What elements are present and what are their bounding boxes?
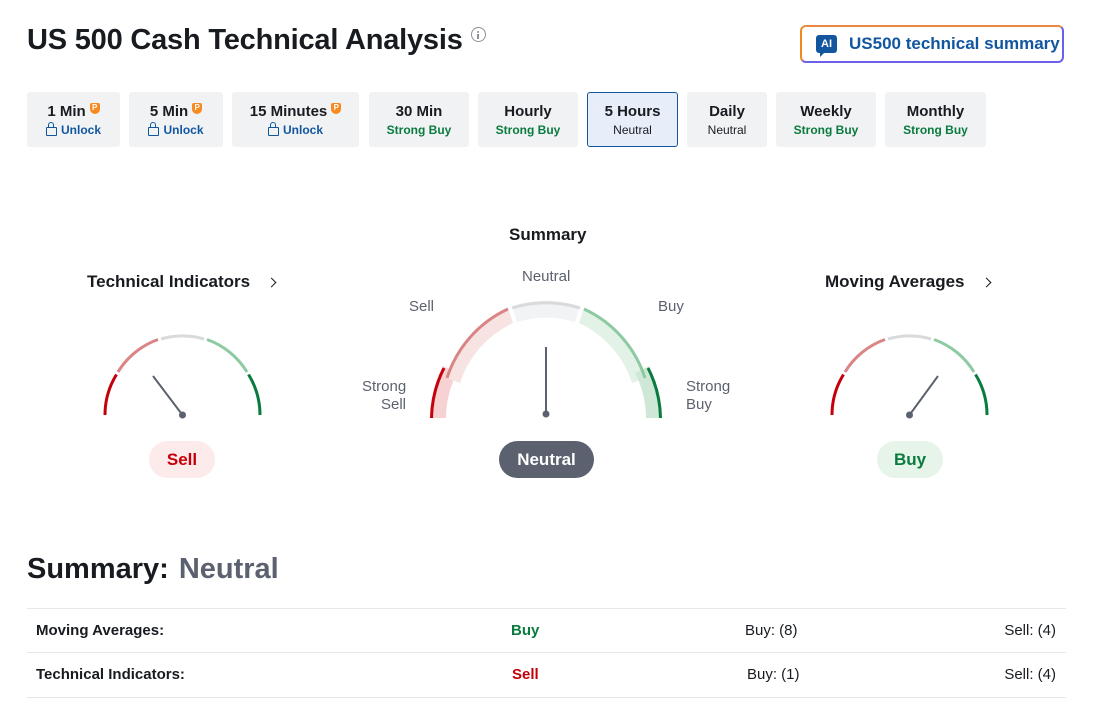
tab-label: 30 Min (395, 102, 443, 120)
gauge-label-strong-sell-line2: Sell (380, 396, 406, 413)
tab-status: Strong Buy (495, 122, 561, 137)
gauge-label-strong-sell-line1: Strong (362, 378, 407, 395)
tab-status: Neutral (613, 122, 652, 137)
technical-indicators-result: Sell (149, 441, 215, 478)
pro-icon: P (331, 102, 342, 114)
tab-5-hours[interactable]: 5 Hours Neutral (587, 92, 678, 147)
ai-technical-summary-button[interactable]: AI US500 technical summary (800, 25, 1064, 63)
technical-indicators-title: Technical Indicators (87, 272, 251, 291)
row-signal: Sell (512, 666, 539, 683)
summary-gauge (430, 300, 662, 419)
tab-status: Unlock (163, 122, 204, 137)
tab-label: 5 Min (149, 102, 189, 120)
lock-icon (148, 121, 160, 136)
tab-weekly[interactable]: Weekly Strong Buy (776, 92, 876, 147)
tab-monthly[interactable]: Monthly Strong Buy (885, 92, 986, 147)
tab-status: Unlock (60, 122, 101, 137)
tab-status: Unlock (282, 122, 323, 137)
tab-hourly[interactable]: Hourly Strong Buy (478, 92, 578, 147)
tab-label: 1 Min (47, 102, 86, 120)
gauge-label-neutral: Neutral (522, 268, 571, 285)
pro-icon: P (89, 102, 100, 114)
tab-status: Strong Buy (793, 122, 859, 137)
chevron-right-icon (981, 277, 991, 287)
row-name: Technical Indicators: (36, 666, 185, 683)
moving-averages-gauge (830, 334, 989, 419)
tab-status: Strong Buy (903, 122, 968, 137)
moving-averages-link[interactable]: Moving Averages (825, 272, 991, 292)
page-title-text: US 500 Cash Technical Analysis (27, 24, 463, 56)
row-signal: Buy (511, 622, 540, 639)
technical-indicators-gauge (103, 334, 262, 419)
summary-value: Neutral (178, 553, 279, 585)
moving-averages-result: Buy (877, 441, 943, 478)
lock-icon (267, 121, 279, 136)
row-sell-count: Sell: (4) (1004, 666, 1056, 683)
chevron-right-icon (266, 277, 277, 287)
gauge-label-strong-sell: Strong Sell (362, 378, 406, 414)
moving-averages-title: Moving Averages (825, 272, 965, 291)
row-sell-count: Sell: (4) (1004, 622, 1056, 639)
tab-1-min[interactable]: 1 Min P Unlock (27, 92, 120, 147)
summary-gauge-heading: Summary (509, 225, 587, 244)
gauge-label-strong-buy-line2: Buy (686, 396, 712, 413)
ai-icon: AI (816, 35, 837, 57)
tab-30-min[interactable]: 30 Min Strong Buy (369, 92, 469, 147)
row-name: Moving Averages: (36, 622, 165, 639)
tab-daily[interactable]: Daily Neutral (687, 92, 767, 147)
summary-row-technical-indicators: Technical Indicators: Sell Buy: (1) Sell… (27, 652, 1066, 698)
gauge-label-strong-buy: Strong Buy (686, 378, 730, 414)
row-buy-count: Buy: (1) (747, 666, 800, 683)
tab-15-minutes[interactable]: 15 Minutes P Unlock (232, 92, 359, 147)
summary-result: Neutral (499, 441, 594, 478)
summary-label: Summary: (27, 553, 169, 585)
summary-row-moving-averages: Moving Averages: Buy Buy: (8) Sell: (4) (27, 608, 1066, 653)
page-title: US 500 Cash Technical Analysis (27, 24, 486, 57)
row-buy-count: Buy: (8) (745, 622, 798, 639)
ai-button-label: US500 technical summary (849, 34, 1060, 53)
pro-icon: P (192, 102, 203, 114)
gauge-label-strong-buy-line1: Strong (686, 378, 731, 395)
tab-status: Strong Buy (386, 122, 452, 137)
tab-label: Monthly (906, 102, 965, 120)
tab-label: 15 Minutes (249, 102, 328, 120)
tab-label: Hourly (504, 102, 552, 120)
technical-indicators-link[interactable]: Technical Indicators (87, 272, 277, 292)
tab-label: 5 Hours (604, 102, 661, 120)
tab-label: Weekly (800, 102, 852, 120)
tab-label: Daily (709, 102, 745, 120)
lock-icon (45, 121, 57, 136)
summary-heading: Summary: Neutral (27, 553, 279, 586)
info-icon[interactable] (470, 27, 486, 42)
tab-5-min[interactable]: 5 Min P Unlock (129, 92, 223, 147)
tab-status: Neutral (707, 122, 747, 137)
